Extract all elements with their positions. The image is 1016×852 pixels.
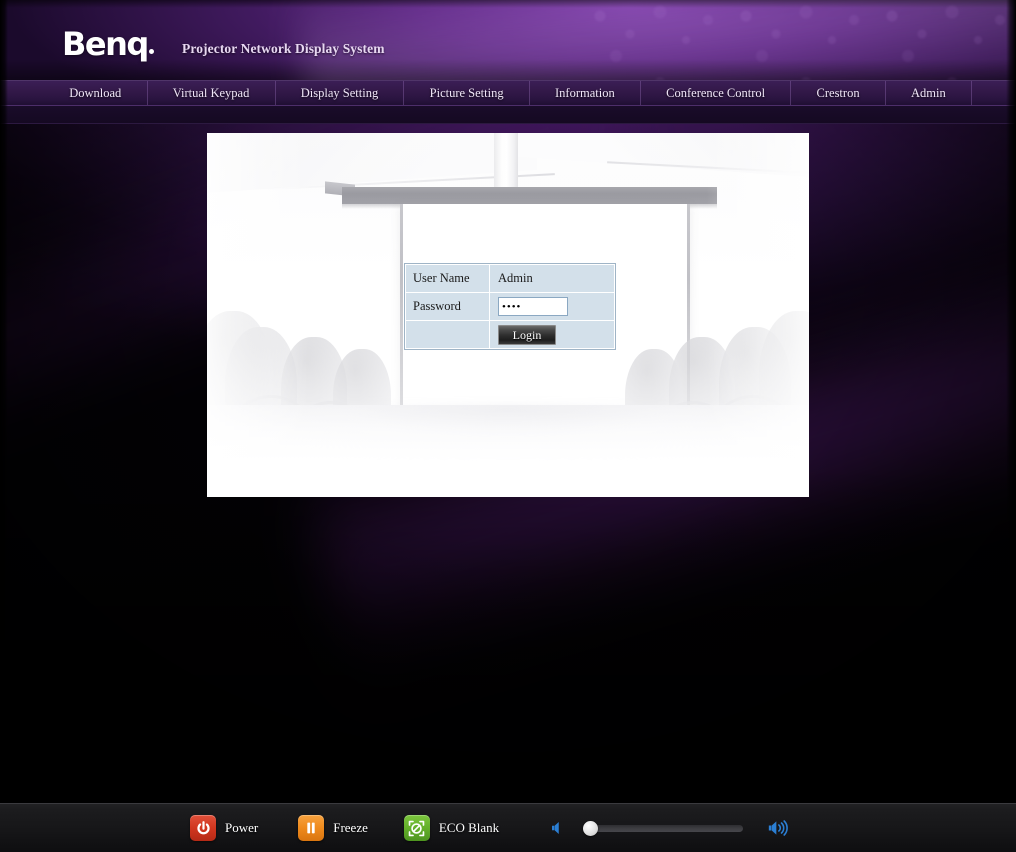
power-control[interactable]: Power <box>190 815 258 841</box>
nav-item-picture-setting[interactable]: Picture Setting <box>404 81 530 105</box>
nav-item-conference-control[interactable]: Conference Control <box>641 81 792 105</box>
projector-mount-bar <box>342 187 717 204</box>
nav-item-information[interactable]: Information <box>530 81 641 105</box>
benq-logo-text: Benq <box>62 25 149 63</box>
volume-slider-track <box>583 825 744 832</box>
pause-icon <box>298 815 325 841</box>
login-button-cell: Login <box>489 320 615 349</box>
main-navigation: Download Virtual Keypad Display Setting … <box>0 80 1016 106</box>
benq-logo: Benq <box>62 28 154 60</box>
login-button[interactable]: Login <box>498 324 556 345</box>
login-row-submit: Login <box>405 320 615 349</box>
eco-blank-control[interactable]: ECO Blank <box>403 815 500 841</box>
bottom-control-toolbar: Power Freeze ECO Blank <box>0 803 1016 852</box>
projector-ceiling-mount-pole <box>494 133 518 195</box>
nav-item-display-setting[interactable]: Display Setting <box>276 81 405 105</box>
page-header: Benq Projector Network Display System <box>0 0 1016 80</box>
nav-item-virtual-keypad[interactable]: Virtual Keypad <box>148 81 276 105</box>
projector-web-page: Benq Projector Network Display System Do… <box>0 0 1016 852</box>
login-empty-cell <box>405 320 490 349</box>
eco-blank-label: ECO Blank <box>438 820 500 835</box>
password-input[interactable] <box>498 297 568 316</box>
conference-table-reflection <box>207 405 809 475</box>
nav-item-admin[interactable]: Admin <box>886 81 972 105</box>
password-label: Password <box>405 292 490 321</box>
login-row-username: User Name Admin <box>405 264 615 293</box>
power-label: Power <box>225 820 259 835</box>
nav-underbar <box>0 106 1016 124</box>
nav-item-crestron[interactable]: Crestron <box>791 81 886 105</box>
page-right-edge-shadow <box>1006 0 1016 812</box>
freeze-control[interactable]: Freeze <box>298 815 368 841</box>
page-title: Projector Network Display System <box>182 41 385 56</box>
volume-down-icon[interactable] <box>547 817 569 839</box>
username-label: User Name <box>405 264 490 293</box>
login-row-password: Password <box>405 292 615 321</box>
volume-up-icon[interactable] <box>767 817 789 839</box>
volume-slider[interactable] <box>583 818 744 838</box>
volume-slider-thumb[interactable] <box>583 821 599 836</box>
eco-blank-icon <box>403 815 430 841</box>
benq-logo-dot <box>148 49 154 54</box>
power-icon <box>190 815 216 841</box>
username-value: Admin <box>489 264 615 293</box>
login-table: User Name Admin Password Login <box>405 264 615 349</box>
freeze-label: Freeze <box>333 820 368 835</box>
password-cell <box>489 292 615 321</box>
login-form: User Name Admin Password Login <box>404 263 616 350</box>
header-light-sheen <box>293 0 1016 80</box>
page-left-edge-shadow <box>0 0 8 812</box>
nav-item-download[interactable]: Download <box>44 81 148 105</box>
